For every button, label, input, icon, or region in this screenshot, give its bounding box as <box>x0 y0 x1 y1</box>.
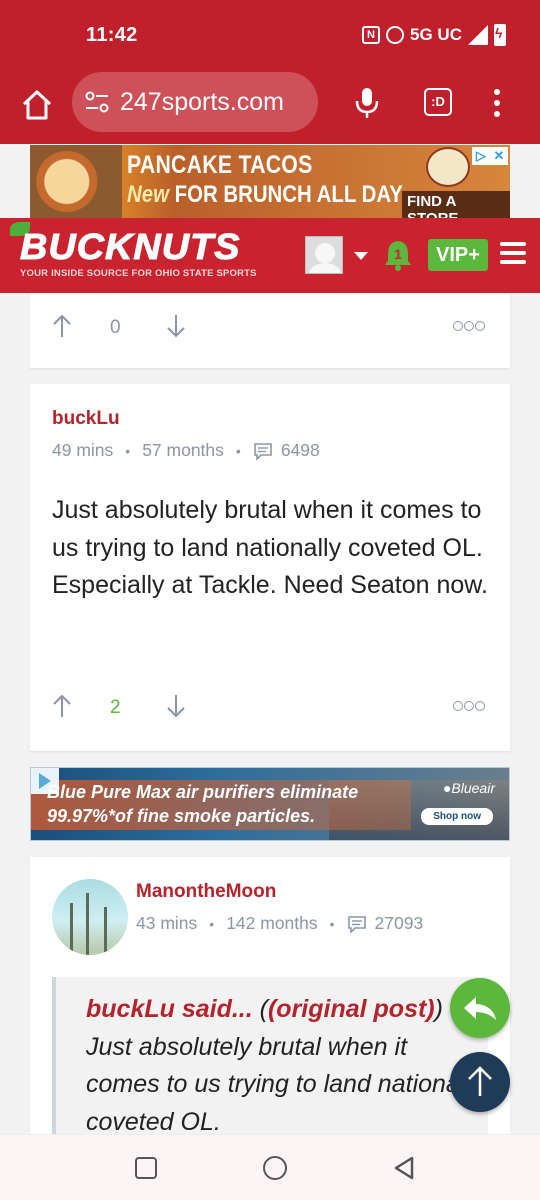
post-body: Just absolutely brutal when it comes to … <box>52 496 488 599</box>
microphone-icon[interactable] <box>352 86 382 120</box>
browser-toolbar: 247sports.com :D <box>0 72 540 144</box>
quote-text: buckLu said... ((original post)) Just ab… <box>86 991 486 1141</box>
arrow-up-icon <box>468 1066 492 1096</box>
inline-banner-ad[interactable]: Blue Pure Max air purifiers eliminate 99… <box>30 767 510 841</box>
comment-icon <box>254 442 272 460</box>
post-options-icon[interactable] <box>453 699 486 714</box>
ad-close-icon[interactable]: ✕ <box>490 147 508 165</box>
reply-button[interactable] <box>450 978 510 1038</box>
site-header: BUCKNUTS YOUR INSIDE SOURCE FOR OHIO STA… <box>0 218 540 293</box>
post-count: 27093 <box>374 913 424 933</box>
battery-icon <box>494 24 506 46</box>
post-card: 0 <box>30 293 510 368</box>
status-icons: N 5G UC <box>362 24 506 46</box>
site-logo[interactable]: BUCKNUTS <box>19 226 240 268</box>
home-icon[interactable] <box>20 88 54 122</box>
upvote-arrow-icon[interactable] <box>52 313 72 339</box>
post-count: 6498 <box>280 440 320 460</box>
hamburger-menu-icon[interactable] <box>500 242 526 266</box>
meta-separator: • <box>209 915 215 932</box>
scroll-to-top-button[interactable] <box>450 1052 510 1112</box>
comment-icon <box>347 915 366 933</box>
post-card: buckLu 49 mins • 57 months • 6498 Just a… <box>30 384 510 751</box>
ad-brand: ●Blueair <box>442 780 495 796</box>
meta-separator: • <box>235 442 241 459</box>
original-post-link[interactable]: ((original post)) <box>260 995 443 1023</box>
cracker-barrel-logo <box>426 147 470 187</box>
post-options-icon[interactable] <box>453 319 486 334</box>
notification-count: 1 <box>394 246 402 262</box>
vote-row: 0 <box>30 307 510 347</box>
address-bar[interactable]: 247sports.com <box>72 72 318 132</box>
ad-headline: Blue Pure Max air purifiers eliminate <box>47 782 359 802</box>
site-tagline: YOUR INSIDE SOURCE FOR OHIO STATE SPORTS <box>20 268 257 279</box>
vote-row: 2 <box>30 687 510 727</box>
status-bar: 11:42 N 5G UC <box>0 0 540 72</box>
ad-headline: PANCAKE TACOS <box>127 151 313 179</box>
post-author[interactable]: ManontheMoon <box>136 881 276 903</box>
network-label: 5G UC <box>410 25 462 44</box>
meta-separator: • <box>329 915 335 932</box>
reply-icon <box>464 997 496 1020</box>
site-settings-icon[interactable] <box>84 91 110 113</box>
vote-count: 2 <box>110 697 121 718</box>
vote-count: 0 <box>110 317 121 338</box>
post-author[interactable]: buckLu <box>52 408 120 430</box>
ad-subheadline: New FOR BRUNCH ALL DAY <box>127 181 403 208</box>
meta-separator: • <box>125 442 131 459</box>
url-text: 247sports.com <box>120 87 284 116</box>
status-time: 11:42 <box>86 24 138 46</box>
post-time: 43 mins <box>136 913 198 933</box>
user-avatar[interactable] <box>305 236 343 274</box>
post-time: 49 mins <box>52 440 114 460</box>
more-options-icon[interactable] <box>492 86 502 120</box>
nfc-icon: N <box>362 26 381 44</box>
recents-button[interactable] <box>135 1157 157 1179</box>
top-banner-ad[interactable]: PANCAKE TACOS New FOR BRUNCH ALL DAY FIN… <box>30 145 510 218</box>
member-tenure: 57 months <box>142 440 224 460</box>
quote-author[interactable]: buckLu said... <box>86 995 253 1023</box>
upvote-arrow-icon[interactable] <box>52 693 72 719</box>
tab-switcher-button[interactable]: :D <box>424 88 452 116</box>
quote-block: buckLu said... ((original post)) Just ab… <box>52 977 488 1137</box>
ad-info-icon[interactable]: ▷ <box>472 147 490 165</box>
downvote-arrow-icon[interactable] <box>166 693 186 719</box>
home-button[interactable] <box>263 1156 287 1180</box>
signal-icon <box>468 25 488 45</box>
pancake-image <box>30 145 122 218</box>
shop-now-button[interactable]: Shop now <box>421 808 493 825</box>
system-nav-bar <box>0 1134 540 1200</box>
find-store-button[interactable]: FIND A STORE <box>402 191 510 218</box>
alarm-icon <box>386 26 405 44</box>
chevron-down-icon[interactable] <box>354 252 368 260</box>
ad-choices[interactable]: ▷ ✕ <box>472 147 508 165</box>
ad-subheadline: 99.97%*of fine smoke particles. <box>47 806 316 826</box>
vip-button[interactable]: VIP+ <box>428 239 488 271</box>
downvote-arrow-icon[interactable] <box>166 313 186 339</box>
user-avatar[interactable] <box>52 879 128 955</box>
post-card: ManontheMoon 43 mins • 142 months • 2709… <box>30 857 510 1147</box>
quote-body: Just absolutely brutal when it comes to … <box>86 1032 484 1136</box>
back-button[interactable] <box>392 1155 416 1181</box>
member-tenure: 142 months <box>226 913 318 933</box>
post-meta: 49 mins • 57 months • 6498 <box>52 440 320 461</box>
post-meta: 43 mins • 142 months • 27093 <box>136 913 423 934</box>
